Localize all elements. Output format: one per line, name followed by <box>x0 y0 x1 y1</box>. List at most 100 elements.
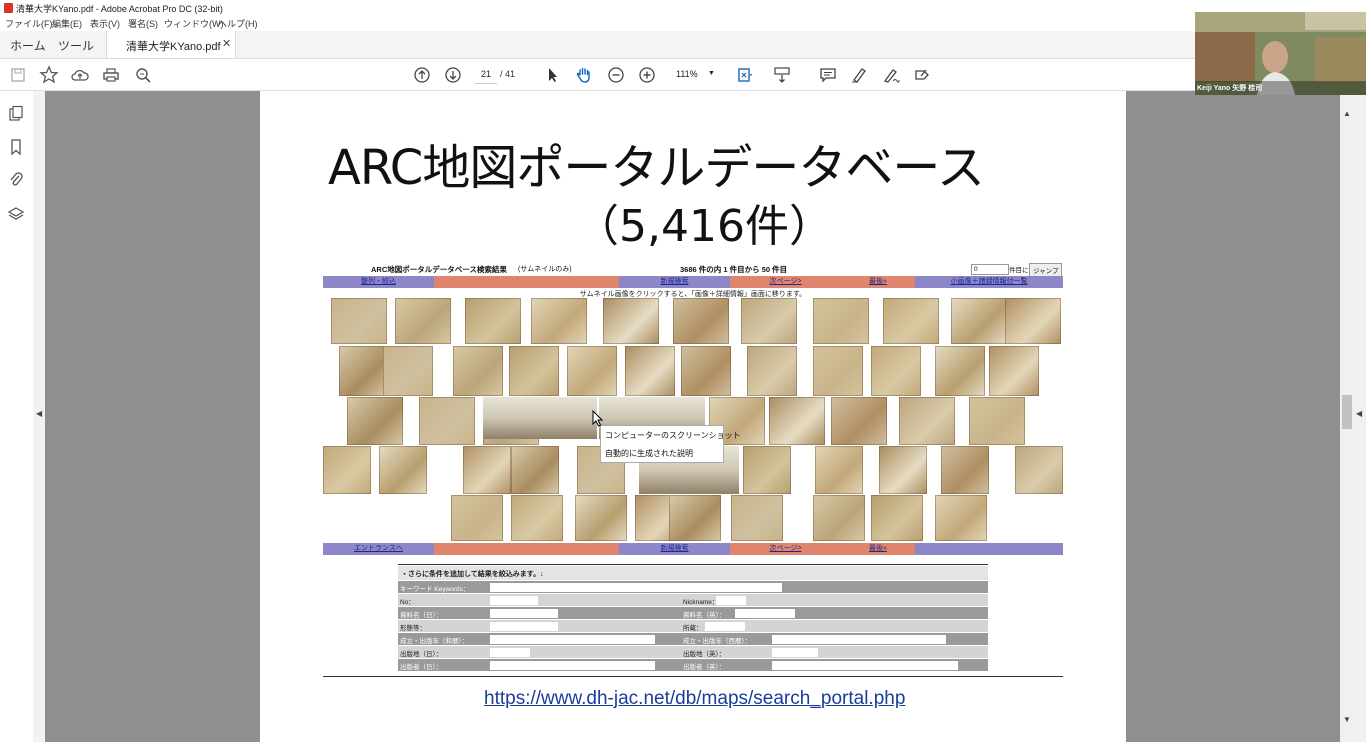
scroll-mode-icon[interactable] <box>772 65 792 85</box>
form-label: 出版地（英）： <box>683 651 726 658</box>
embedded-nav-top-cell: 新規検索 <box>619 276 730 288</box>
navigation-pane-rail <box>0 91 34 742</box>
page-thumbnails-icon[interactable] <box>7 105 25 123</box>
map-thumbnail <box>813 495 865 541</box>
map-thumbnail <box>941 446 989 494</box>
previous-page-icon[interactable] <box>412 65 432 85</box>
map-thumbnail <box>681 346 731 396</box>
form-row: 資料名（日）： 資料名（英）： <box>398 607 988 619</box>
map-thumbnail <box>463 446 511 494</box>
chevron-down-icon: ▼ <box>708 70 715 77</box>
acrobat-app-icon <box>4 3 13 13</box>
hand-tool-icon[interactable] <box>574 65 594 85</box>
print-icon[interactable] <box>101 65 121 85</box>
embedded-nav-bottom-cell: エントランスへ <box>323 543 434 555</box>
tooltip-line-1: コンピューターのスクリーンショット <box>605 431 741 440</box>
zoom-out-icon[interactable] <box>606 65 626 85</box>
menu-file[interactable]: ファイル(F) <box>5 17 53 30</box>
map-thumbnail <box>331 298 387 344</box>
tab-bar: ホーム ツール 清華大学KYano.pdf ✕ <box>0 31 1366 59</box>
map-thumbnail <box>673 298 729 344</box>
embedded-nav-top-cell: 次ページ> <box>730 276 841 288</box>
tab-document-label: 清華大学KYano.pdf <box>126 41 221 53</box>
map-thumbnail <box>879 446 927 494</box>
next-page-icon[interactable] <box>443 65 463 85</box>
mouse-pointer-icon <box>592 409 604 431</box>
save-icon[interactable] <box>8 65 28 85</box>
tab-tools[interactable]: ツール <box>58 37 94 54</box>
fill-sign-icon[interactable] <box>912 65 932 85</box>
embedded-nav-top-cell: 最後» <box>841 276 915 288</box>
layers-icon[interactable] <box>7 205 25 223</box>
embedded-nav-bottom-cell: 最後» <box>841 543 915 555</box>
menu-edit[interactable]: 編集(E) <box>52 17 82 30</box>
tab-home[interactable]: ホーム <box>10 37 46 54</box>
map-thumbnail <box>451 495 503 541</box>
form-label: 出版者（日）： <box>400 664 443 671</box>
map-thumbnail <box>419 397 475 445</box>
map-thumbnail <box>871 346 921 396</box>
comment-icon[interactable] <box>818 65 838 85</box>
window-title-bar: 清華大学KYano.pdf - Adobe Acrobat Pro DC (32… <box>0 0 1366 16</box>
embedded-nav-bottom: エントランスへ 新規検索 次ページ> 最後» <box>323 543 1063 555</box>
scroll-up-arrow-icon[interactable]: ▲ <box>1343 109 1351 118</box>
form-row: 形態等： 所蔵： <box>398 620 988 632</box>
form-label: 形態等： <box>400 625 426 632</box>
embedded-nav-bottom-cell <box>508 543 619 555</box>
page-total: / 41 <box>500 69 516 79</box>
main-toolbar: 21 / 41 111% ▼ <box>0 59 1366 91</box>
map-thumbnail <box>883 298 939 344</box>
zoom-search-icon[interactable] <box>133 65 153 85</box>
tab-document[interactable]: 清華大学KYano.pdf ✕ <box>106 31 236 58</box>
map-thumbnail <box>509 346 559 396</box>
sign-icon[interactable] <box>881 65 901 85</box>
map-thumbnail <box>935 346 985 396</box>
collapse-left-arrow-icon[interactable]: ◀ <box>36 409 42 418</box>
expand-right-arrow-icon[interactable]: ◀ <box>1356 409 1362 418</box>
zoom-in-icon[interactable] <box>637 65 657 85</box>
participant-name: Keiji Yano 矢野 桂司 <box>1197 85 1263 92</box>
highlight-pen-icon[interactable] <box>849 65 869 85</box>
map-thumbnail <box>603 298 659 344</box>
embedded-search-results-screenshot: ARC地図ポータルデータベース検索結果 (サムネイルのみ) 3686 件の内 1… <box>323 262 1063 677</box>
scroll-down-arrow-icon[interactable]: ▼ <box>1343 715 1351 724</box>
embedded-nav-bottom-cell: 次ページ> <box>730 543 841 555</box>
slide-title: ARC地図ポータルデータベース <box>328 140 985 196</box>
map-thumbnail <box>813 346 863 396</box>
bookmark-icon[interactable] <box>7 138 25 156</box>
embedded-jump-input: 0 <box>971 264 1009 275</box>
map-thumbnail <box>511 495 563 541</box>
map-thumbnail <box>741 298 797 344</box>
menu-view[interactable]: 表示(V) <box>90 17 120 30</box>
bookmark-star-icon[interactable] <box>39 65 59 85</box>
attachment-paperclip-icon[interactable] <box>7 171 25 189</box>
embedded-nav-bottom-cell: 新規検索 <box>619 543 730 555</box>
zoom-level-dropdown[interactable]: 111% ▼ <box>668 67 718 83</box>
embedded-nav-top-cell: 小画像＋諸録情報付一覧 <box>915 276 1063 288</box>
embedded-nav-top-cell <box>434 276 508 288</box>
close-tab-icon[interactable]: ✕ <box>222 37 231 50</box>
cloud-upload-icon[interactable] <box>70 65 90 85</box>
select-arrow-icon[interactable] <box>543 65 563 85</box>
embedded-jump-suffix: 件目に <box>1009 267 1029 274</box>
form-label: キーワード Keywords： <box>400 586 470 593</box>
form-label: 出版地（日）： <box>400 651 443 658</box>
menu-sign[interactable]: 署名(S) <box>128 17 158 30</box>
form-row: 出版者（日）： 出版者（英）： <box>398 659 988 671</box>
map-thumbnail <box>347 397 403 445</box>
video-participant-tile[interactable]: Keiji Yano 矢野 桂司 <box>1195 12 1366 95</box>
left-pane-collapse-handle[interactable]: ◀ <box>33 91 45 742</box>
embedded-filter-form: ・さらに条件を追加して結果を絞込みます。↓ キーワード Keywords： No… <box>398 564 988 676</box>
page-number-input[interactable]: 21 <box>475 67 497 84</box>
portal-url-link[interactable]: https://www.dh-jac.net/db/maps/search_po… <box>484 688 905 710</box>
fit-page-icon[interactable] <box>735 65 755 85</box>
scrollbar-thumb[interactable] <box>1342 395 1352 429</box>
menu-window[interactable]: ウィンドウ(W) <box>164 17 224 30</box>
form-row: キーワード Keywords： <box>398 581 988 593</box>
menu-help[interactable]: ヘルプ(H) <box>218 17 258 30</box>
map-thumbnail <box>899 397 955 445</box>
map-thumbnail <box>453 346 503 396</box>
window-title: 清華大学KYano.pdf - Adobe Acrobat Pro DC (32… <box>16 4 223 14</box>
embedded-form-title: ・さらに条件を追加して結果を絞込みます。↓ <box>401 571 544 578</box>
right-pane-handle[interactable]: ◀ <box>1354 91 1366 742</box>
